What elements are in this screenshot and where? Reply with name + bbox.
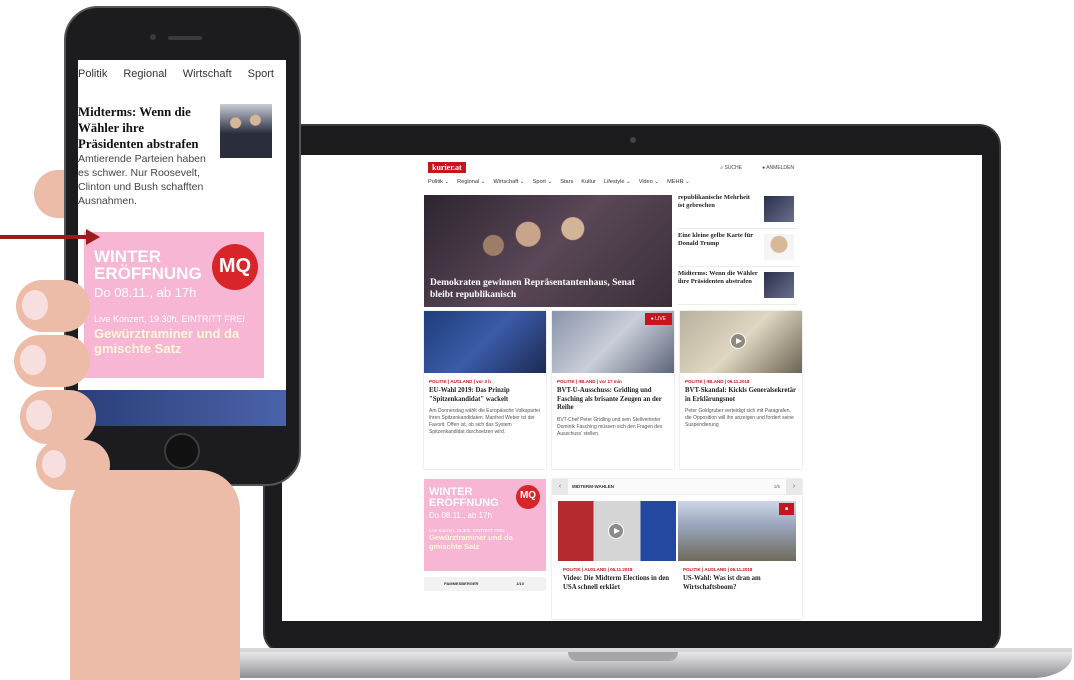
nav-item-politik[interactable]: Politik ⌄ [428,179,449,191]
nav-item-video[interactable]: Video ⌄ [639,179,659,191]
video-thumbnail: ■ [678,501,796,561]
laptop-notch [568,652,678,661]
fingernail [20,345,46,375]
cartoon-ticker[interactable]: PAMMESBERGER 1/10 [424,577,546,591]
side-article-thumbnail [764,272,794,298]
video-card[interactable]: ■ POLITIK | AUSLAND | 06.11.2018 US-Wahl… [678,501,796,596]
side-article-title: republikanische Mehrheit ist gebrochen [678,194,750,209]
article-teaser: BVT-Chef Peter Gridling und sein Stellve… [557,416,663,437]
phone-nav-wirtschaft[interactable]: Wirtschaft [183,68,232,80]
video-thumbnail [558,501,676,561]
article-image [680,311,802,373]
phone-article-thumbnail [220,104,272,158]
play-icon[interactable] [730,333,746,349]
phone-article-title[interactable]: Midterms: Wenn die Wähler ihre Präsident… [78,104,212,152]
nav-item-lifestyle[interactable]: Lifestyle ⌄ [604,179,631,191]
laptop-camera [630,137,636,143]
live-badge: ● LIVE [644,313,672,325]
phone-next-article-image [78,390,286,426]
side-article[interactable]: republikanische Mehrheit ist gebrochen [678,191,798,229]
live-label: LIVE [655,316,666,322]
article-title: EU-Wahl 2019: Das Prinzip "Spitzenkandid… [429,387,510,403]
article-meta: POLITIK | AUSLAND | vor 3 h [429,379,491,384]
site-logo[interactable]: kurier.at [428,162,466,173]
phone-camera [150,34,156,40]
side-article-title: Midterms: Wenn die Wähler ihre Präsident… [678,270,758,285]
phone-nav-regional[interactable]: Regional [123,68,166,80]
article-card[interactable]: POLITIK | INLAND | 06.11.2018 BVT-Skanda… [680,311,802,469]
phone-screen: Politik Regional Wirtschaft Sport Midter… [78,60,286,426]
carousel-counter: 1/5 [773,484,780,489]
fingernail [22,290,48,320]
search-label: SUCHE [724,165,742,171]
video-carousel: ‹ MIDTERM-WAHLEN 1/5 › POLITIK | AUSLAND… [552,479,802,619]
article-image: ● LIVE [552,311,674,373]
mq-logo: MQ [212,244,258,290]
nav-item-wirtschaft[interactable]: Wirtschaft ⌄ [494,179,525,191]
fingernail [42,450,66,478]
carousel-heading: MIDTERM-WAHLEN [552,479,802,495]
side-article-thumbnail [764,234,794,260]
nav-item-regional[interactable]: Regional ⌄ [457,179,485,191]
carousel-next-button[interactable]: › [786,479,802,495]
video-meta: POLITIK | AUSLAND | 06.11.2018 [563,567,633,572]
hero-article[interactable]: Demokraten gewinnen Repräsentantenhaus, … [424,195,672,307]
ad-info: Live Konzert, 19.30h, EINTRITT FREI [94,314,245,324]
article-card[interactable]: POLITIK | AUSLAND | vor 3 h EU-Wahl 2019… [424,311,546,469]
phone-nav: Politik Regional Wirtschaft Sport [78,68,286,80]
ticker-counter: 1/10 [516,581,524,586]
phone-article-teaser: Amtierende Parteien haben es schwer. Nur… [78,153,206,207]
search-button[interactable]: ⌕ SUCHE [720,165,742,171]
phone-nav-politik[interactable]: Politik [78,68,107,80]
article-meta: POLITIK | INLAND | vor 17 min [557,379,622,384]
ad-slogan: Gewürztraminer und da gmischte Satz [94,326,240,356]
ad-date: Do 08.11., ab 17h [429,511,493,520]
video-meta: POLITIK | AUSLAND | 06.11.2018 [683,567,753,572]
article-card[interactable]: ● LIVE POLITIK | INLAND | vor 17 min BVT… [552,311,674,469]
side-article-list: republikanische Mehrheit ist gebrochen E… [678,191,798,305]
play-icon[interactable] [608,523,624,539]
article-teaser: Peter Goldgruber verteidigt sich mit Par… [685,408,794,428]
side-article-title: Eine kleine gelbe Karte für Donald Trump [678,232,753,247]
ad-banner[interactable]: MQ WINTER ERÖFFNUNG Do 08.11., ab 17h Li… [424,479,546,571]
fingernail [26,400,52,430]
nav-item-mehr[interactable]: MEHR ⌄ [667,179,690,191]
side-article-thumbnail [764,196,794,222]
ad-slogan: Gewürztraminer und da gmischte Satz [429,533,513,551]
phone-speaker [168,36,202,40]
login-label: ANMELDEN [766,165,794,171]
video-card[interactable]: POLITIK | AUSLAND | 06.11.2018 Video: Di… [558,501,676,596]
article-title: BVT-U-Ausschuss: Gridling und Fasching a… [557,387,662,411]
home-button[interactable] [164,433,200,469]
site-header: kurier.at ⌕ SUCHE ● ANMELDEN [422,159,802,173]
side-article[interactable]: Midterms: Wenn die Wähler ihre Präsident… [678,267,798,305]
nav-item-kultur[interactable]: Kultur [581,179,596,191]
video-camera-icon: ■ [778,503,794,515]
article-meta: POLITIK | INLAND | 06.11.2018 [685,379,750,384]
side-article[interactable]: Eine kleine gelbe Karte für Donald Trump [678,229,798,267]
pointer-arrow [0,235,90,239]
site-nav: Politik ⌄ Regional ⌄ Wirtschaft ⌄ Sport … [428,179,798,191]
phone-nav-sport[interactable]: Sport [248,68,274,80]
video-title: US-Wahl: Was ist dran am Wirtschaftsboom… [683,575,761,591]
login-button[interactable]: ● ANMELDEN [762,165,794,171]
hero-caption: Demokraten gewinnen Repräsentantenhaus, … [430,278,635,300]
mq-logo: MQ [516,485,540,509]
nav-item-sport[interactable]: Sport ⌄ [533,179,553,191]
hand-palm [70,470,240,680]
phone-ad-banner[interactable]: MQ WINTER ERÖFFNUNG Do 08.11., ab 17h Li… [84,232,264,378]
nav-item-stars[interactable]: Stars [560,179,573,191]
ticker-label: PAMMESBERGER [444,581,479,586]
pointer-arrow-head [86,229,100,245]
article-teaser: Am Donnerstag wählt die Europäische Volk… [429,408,540,435]
video-title: Video: Die Midterm Elections in den USA … [563,575,670,591]
website: kurier.at ⌕ SUCHE ● ANMELDEN Politik ⌄ R… [422,155,802,621]
article-title: BVT-Skandal: Kickls Generalsekretär in E… [685,387,796,403]
article-image [424,311,546,373]
carousel-prev-button[interactable]: ‹ [552,479,568,495]
laptop-screen: kurier.at ⌕ SUCHE ● ANMELDEN Politik ⌄ R… [282,155,982,621]
